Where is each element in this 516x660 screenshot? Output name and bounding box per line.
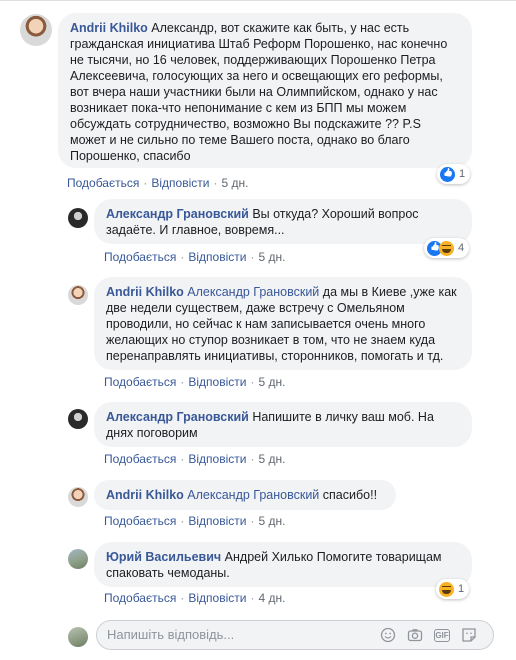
reply-link[interactable]: Відповісти [188, 250, 246, 264]
reaction-count: 1 [459, 168, 466, 180]
comment-time[interactable]: 5 дн. [258, 250, 285, 264]
comment-time[interactable]: 4 дн. [258, 591, 285, 605]
reaction-count: 4 [458, 242, 465, 254]
haha-reaction-icon [439, 240, 454, 256]
comment-bubble: Andrii Khilko Александр Грановский да мы… [94, 277, 472, 370]
gif-icon[interactable]: GIF [434, 629, 450, 642]
reaction-summary[interactable]: 4 [424, 238, 470, 258]
like-link[interactable]: Подобається [104, 375, 176, 389]
comment-actions: Подобається · Відповісти · 5 дн. [104, 250, 286, 264]
comment-author[interactable]: Andrii Khilko [70, 21, 148, 35]
comment-bubble: Александр Грановский Напишите в личку ва… [94, 402, 472, 447]
comment-actions: Подобається · Відповісти · 5 дн. [104, 375, 286, 389]
avatar[interactable] [68, 549, 88, 569]
comment-bubble: Andrii Khilko Александр Грановский спаси… [94, 480, 396, 510]
comment-author[interactable]: Александр Грановский [106, 207, 249, 221]
reply-link[interactable]: Відповісти [188, 452, 246, 466]
like-link[interactable]: Подобається [104, 250, 176, 264]
sticker-icon[interactable] [461, 627, 477, 643]
emoji-icon[interactable] [380, 627, 396, 643]
comment-author[interactable]: Александр Грановский [106, 410, 249, 424]
comment-time[interactable]: 5 дн. [258, 375, 285, 389]
comment-text: Александр, вот скажите как быть, у нас е… [70, 21, 448, 163]
comment-time[interactable]: 5 дн. [258, 452, 285, 466]
avatar[interactable] [68, 208, 88, 228]
avatar[interactable] [68, 487, 88, 507]
comment-author[interactable]: Юрий Васильевич [106, 550, 221, 564]
reaction-count: 1 [458, 583, 465, 595]
comment-bubble: Andrii Khilko Александр, вот скажите как… [58, 13, 472, 168]
haha-reaction-icon [439, 581, 454, 597]
comment-text: спасибо!! [322, 488, 378, 502]
comment-actions: Подобається · Відповісти · 4 дн. [104, 591, 286, 605]
reply-link[interactable]: Відповісти [188, 591, 246, 605]
avatar[interactable] [68, 285, 88, 305]
comment-actions: Подобається · Відповісти · 5 дн. [104, 452, 286, 466]
current-user-avatar [68, 627, 88, 647]
like-link[interactable]: Подобається [104, 591, 176, 605]
top-divider [0, 0, 516, 1]
comment-time[interactable]: 5 дн. [221, 176, 248, 190]
comment-author[interactable]: Andrii Khilko [106, 488, 184, 502]
reply-input-placeholder: Напишіть відповідь... [107, 627, 235, 642]
reply-link[interactable]: Відповісти [188, 375, 246, 389]
reaction-summary[interactable]: 1 [436, 579, 470, 599]
comment-mention[interactable]: Александр Грановский [187, 285, 319, 299]
reply-link[interactable]: Відповісти [151, 176, 209, 190]
like-reaction-icon [440, 166, 455, 182]
comment-actions: Подобається · Відповісти · 5 дн. [104, 514, 286, 528]
comment-bubble: Юрий Васильевич Андрей Хилько Помогите т… [94, 542, 472, 587]
reaction-summary[interactable]: 1 [437, 164, 471, 184]
reply-link[interactable]: Відповісти [188, 514, 246, 528]
avatar[interactable] [20, 14, 52, 46]
avatar[interactable] [68, 409, 88, 429]
like-link[interactable]: Подобається [67, 176, 139, 190]
comment-time[interactable]: 5 дн. [258, 514, 285, 528]
like-link[interactable]: Подобається [104, 514, 176, 528]
comment-author[interactable]: Andrii Khilko [106, 285, 184, 299]
comment-actions: Подобається · Відповісти · 5 дн. [67, 176, 249, 190]
comment-mention[interactable]: Александр Грановский [187, 488, 319, 502]
camera-icon[interactable] [407, 627, 423, 643]
like-link[interactable]: Подобається [104, 452, 176, 466]
comment-bubble: Александр Грановский Вы откуда? Хороший … [94, 199, 472, 244]
